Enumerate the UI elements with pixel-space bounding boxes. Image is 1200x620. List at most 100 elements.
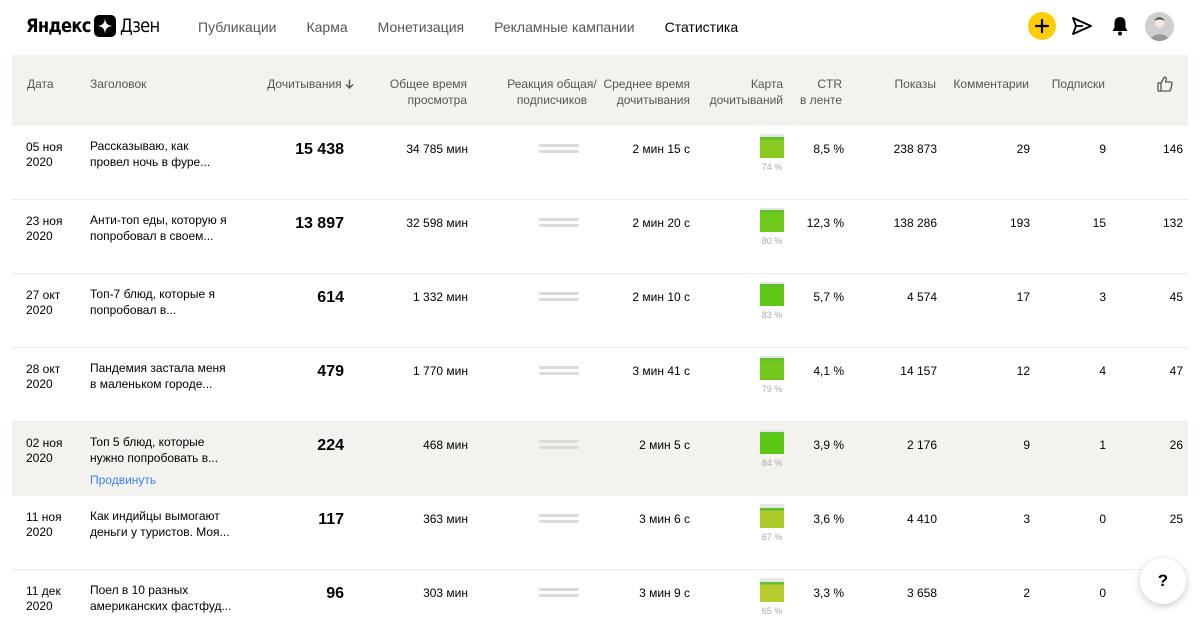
row-subscriptions: 3 <box>1099 290 1106 304</box>
avatar[interactable] <box>1145 12 1174 41</box>
row-ctr: 3,9 % <box>813 438 844 452</box>
statistics-table: Дата Заголовок Дочитывания Общее время п… <box>12 55 1188 620</box>
row-comments: 3 <box>1023 512 1030 526</box>
row-shows: 3 658 <box>906 586 937 600</box>
header-read-map[interactable]: Карта дочитываний <box>710 76 783 108</box>
row-shows: 238 873 <box>893 142 937 156</box>
bell-icon <box>1112 17 1128 36</box>
row-likes: 45 <box>1169 290 1183 304</box>
row-reads: 614 <box>317 289 344 306</box>
header-avg-time[interactable]: Среднее время дочитывания <box>603 76 690 108</box>
messages-button[interactable] <box>1071 15 1093 37</box>
row-comments: 193 <box>1009 216 1030 230</box>
row-read-map[interactable] <box>760 578 784 602</box>
row-avg-time: 3 мин 6 с <box>639 512 690 526</box>
logo-text-yandex: Яндекс <box>26 15 92 37</box>
row-avg-time: 2 мин 10 с <box>632 290 690 304</box>
row-title[interactable]: Топ-7 блюд, которые я попробовал в... <box>90 286 240 318</box>
row-reaction-placeholder <box>539 588 579 598</box>
row-comments: 12 <box>1016 364 1030 378</box>
row-shows: 14 157 <box>900 364 937 378</box>
promote-link[interactable]: Продвинуть <box>90 472 240 488</box>
table-row[interactable]: 11 ноя 2020 Как индийцы вымогают деньги у т… <box>12 496 1188 570</box>
table-row[interactable]: 27 окт 2020 Топ-7 блюд, которые я попробова… <box>12 274 1188 348</box>
row-total-time: 303 мин <box>423 586 468 600</box>
row-reads: 13 897 <box>295 215 344 232</box>
row-date: 28 окт 2020 <box>26 362 61 391</box>
row-reaction-placeholder <box>539 218 579 228</box>
row-comments: 29 <box>1016 142 1030 156</box>
row-reads: 15 438 <box>295 141 344 158</box>
row-date: 27 окт 2020 <box>26 288 61 317</box>
row-read-map-percent: 79 % <box>761 384 783 394</box>
header-ctr[interactable]: CTR в ленте <box>800 76 842 108</box>
row-total-time: 363 мин <box>423 512 468 526</box>
row-read-map[interactable] <box>760 208 784 232</box>
nav-karma[interactable]: Карма <box>306 18 347 36</box>
table-row[interactable]: 23 ноя 2020 Анти-топ еды, которую я попробо… <box>12 200 1188 274</box>
header-date[interactable]: Дата <box>27 76 54 92</box>
row-avg-time: 3 мин 41 с <box>632 364 690 378</box>
row-reads: 479 <box>317 363 344 380</box>
row-subscriptions: 0 <box>1099 586 1106 600</box>
row-ctr: 3,3 % <box>813 586 844 600</box>
row-likes: 146 <box>1162 142 1183 156</box>
row-ctr: 5,7 % <box>813 290 844 304</box>
table-row[interactable]: 05 ноя 2020 Рассказываю, как провел ночь в … <box>12 126 1188 200</box>
row-ctr: 12,3 % <box>806 216 844 230</box>
row-avg-time: 2 мин 5 с <box>639 438 690 452</box>
header-likes[interactable] <box>1156 75 1174 97</box>
row-read-map[interactable] <box>760 356 784 380</box>
row-title[interactable]: Рассказываю, как провел ночь в фуре... <box>90 138 240 170</box>
row-title[interactable]: Поел в 10 разных американских фастфуд... <box>90 582 240 614</box>
row-likes: 25 <box>1169 512 1183 526</box>
sort-down-arrow-icon <box>345 79 354 89</box>
row-title[interactable]: Топ 5 блюд, которые нужно попробовать в..… <box>90 434 240 488</box>
zen-logo-icon <box>94 15 117 37</box>
table-row[interactable]: 28 окт 2020 Пандемия застала меня в маленьк… <box>12 348 1188 422</box>
row-total-time: 34 785 мин <box>406 142 468 156</box>
header-total-time[interactable]: Общее время просмотра <box>390 76 467 108</box>
add-button[interactable] <box>1028 12 1056 40</box>
row-subscriptions: 4 <box>1099 364 1106 378</box>
row-title[interactable]: Как индийцы вымогают деньги у туристов. М… <box>90 508 240 540</box>
header-comments[interactable]: Комментарии <box>953 76 1029 92</box>
row-title[interactable]: Пандемия застала меня в маленьком городе.… <box>90 360 240 392</box>
nav-statistics[interactable]: Статистика <box>665 18 739 36</box>
row-title[interactable]: Анти-топ еды, которую я попробовал в свое… <box>90 212 240 244</box>
row-date: 02 ноя 2020 <box>26 436 63 465</box>
row-reads: 224 <box>317 437 344 454</box>
nav-publications[interactable]: Публикации <box>198 18 276 36</box>
row-read-map[interactable] <box>760 430 784 454</box>
logo-text-zen: Дзен <box>120 15 160 37</box>
header-reads[interactable]: Дочитывания <box>267 76 354 92</box>
logo[interactable]: Яндекс Дзен <box>26 13 166 39</box>
row-read-map-percent: 67 % <box>761 532 783 542</box>
nav-monetization[interactable]: Монетизация <box>378 18 465 36</box>
top-bar: Яндекс Дзен Публикации Карма Монетизация… <box>0 0 1200 55</box>
row-date: 05 ноя 2020 <box>26 140 63 169</box>
row-read-map-percent: 83 % <box>761 310 783 320</box>
table-row[interactable]: 11 дек 2020 Поел в 10 разных американских ф… <box>12 570 1188 620</box>
header-shows[interactable]: Показы <box>895 76 936 92</box>
header-reaction[interactable]: Реакция общая/ подписчиков <box>482 76 622 108</box>
row-reads: 96 <box>326 585 344 602</box>
header-subscriptions[interactable]: Подписки <box>1052 76 1105 92</box>
row-read-map[interactable] <box>760 134 784 158</box>
notifications-button[interactable] <box>1110 15 1130 37</box>
row-likes: 132 <box>1162 216 1183 230</box>
row-reaction-placeholder <box>539 440 579 450</box>
row-likes: 47 <box>1169 364 1183 378</box>
row-reaction-placeholder <box>539 514 579 524</box>
row-total-time: 32 598 мин <box>406 216 468 230</box>
row-total-time: 1 770 мин <box>413 364 468 378</box>
header-title[interactable]: Заголовок <box>90 76 146 92</box>
row-reaction-placeholder <box>539 144 579 154</box>
row-read-map[interactable] <box>760 282 784 306</box>
table-row[interactable]: 02 ноя 2020 Топ 5 блюд, которые нужно попро… <box>12 422 1188 496</box>
nav-ad-campaigns[interactable]: Рекламные кампании <box>494 18 634 36</box>
help-button[interactable]: ? <box>1140 558 1186 604</box>
send-icon <box>1072 17 1092 35</box>
row-total-time: 1 332 мин <box>413 290 468 304</box>
row-read-map[interactable] <box>760 504 784 528</box>
